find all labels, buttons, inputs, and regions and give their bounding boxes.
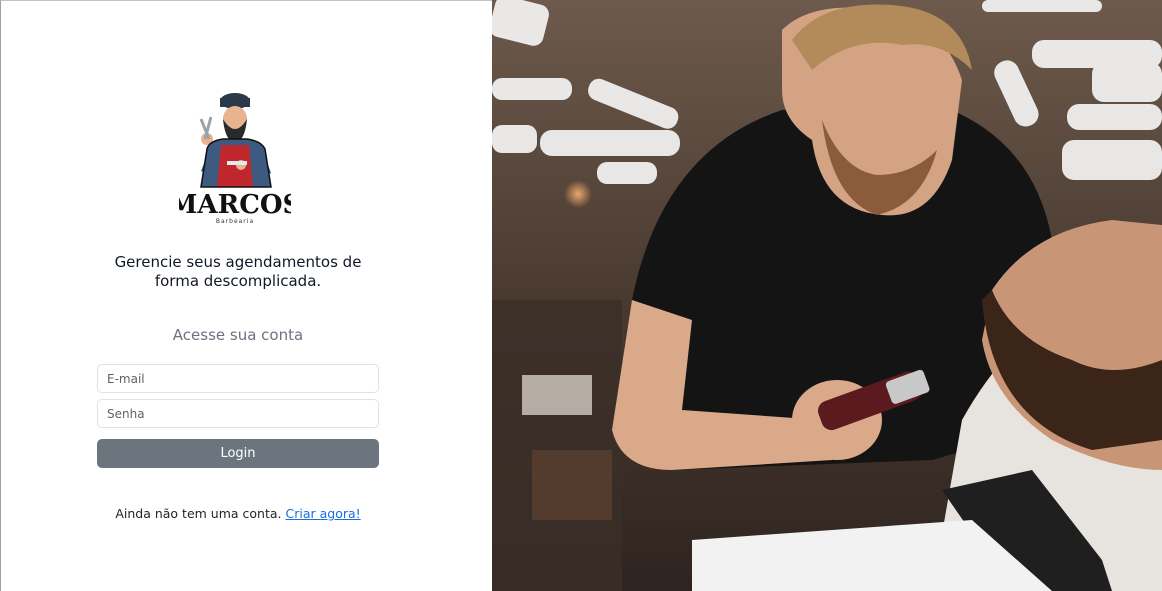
barbershop-logo: MARCOS Barbearia [179,93,291,225]
login-panel: MARCOS Barbearia Gerencie seus agendamen… [0,0,492,591]
tagline-line-1: Gerencie seus agendamentos de [114,253,362,271]
brand-name: MARCOS [179,190,291,220]
tagline-line-2: forma descomplicada. [154,272,322,290]
login-button[interactable]: Login [97,439,379,468]
signup-link[interactable]: Criar agora! [285,506,360,521]
form-title: Acesse sua conta [172,326,304,344]
email-input[interactable] [97,364,379,393]
brand-subname: Barbearia [216,218,254,225]
barber-photo-illustration [492,0,1162,591]
tagline: Gerencie seus agendamentos de forma desc… [97,253,379,291]
signup-text: Ainda não tem uma conta. [115,506,282,521]
signup-prompt: Ainda não tem uma conta. Criar agora! [61,506,415,521]
login-page: MARCOS Barbearia Gerencie seus agendamen… [0,0,1162,591]
password-input[interactable] [97,399,379,428]
hero-photo [492,0,1162,591]
